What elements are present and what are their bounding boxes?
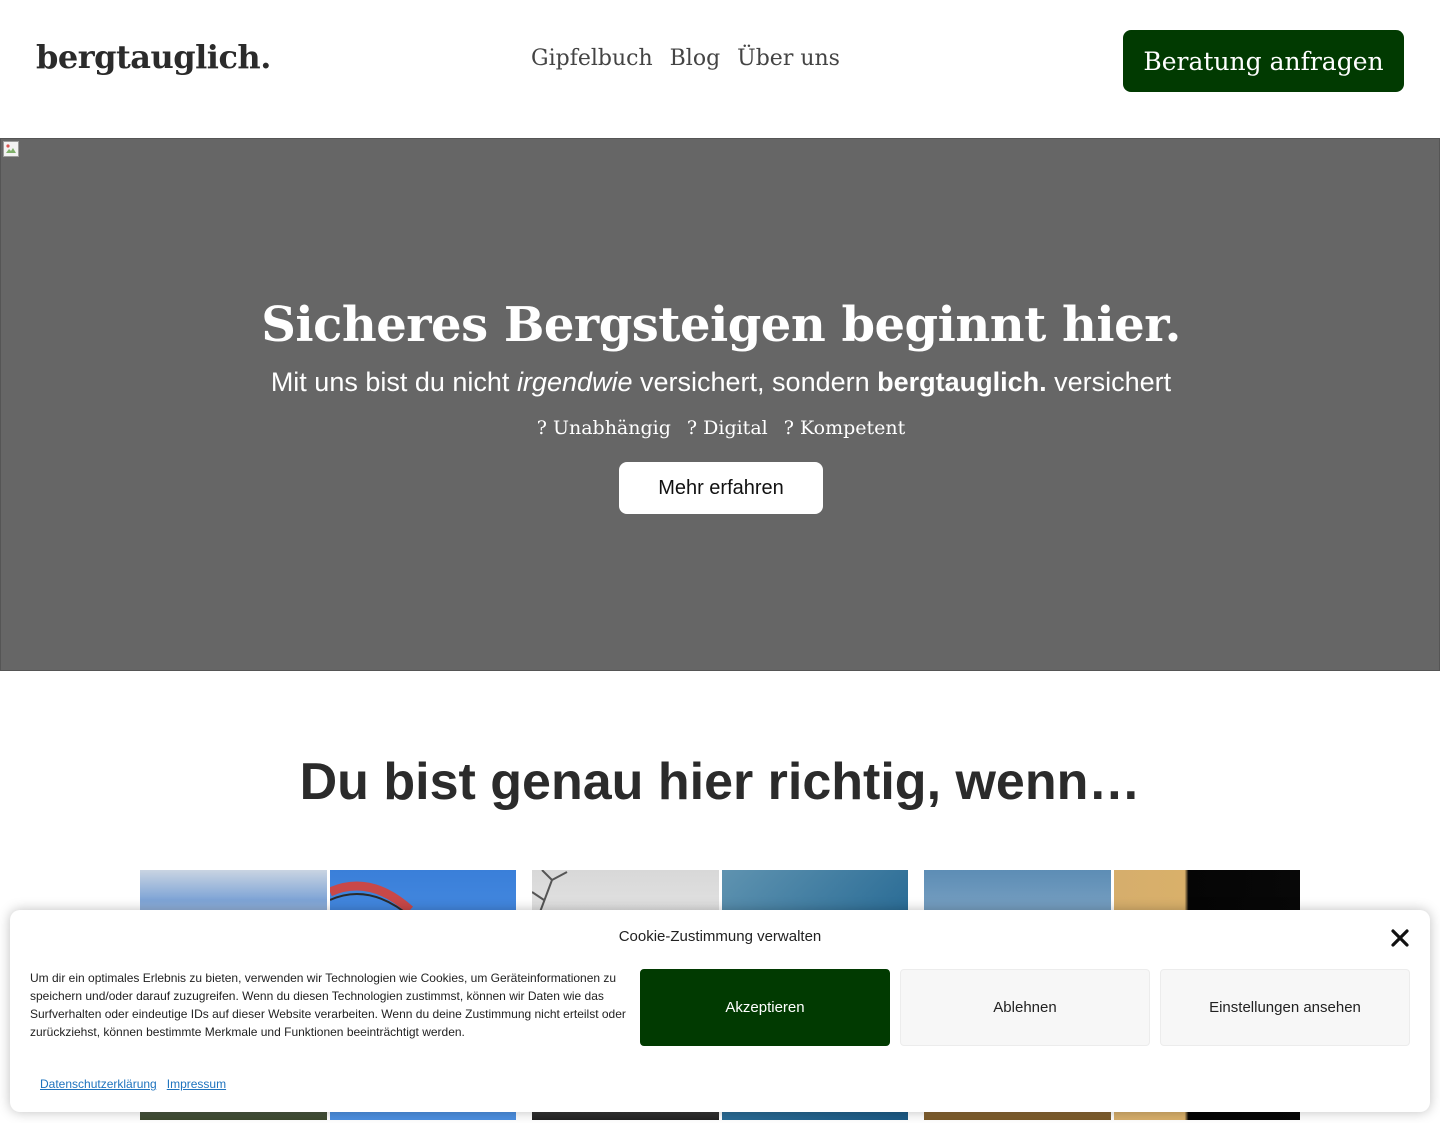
privacy-policy-link[interactable]: Datenschutzerklärung: [40, 1077, 157, 1091]
hero-subtitle-emphasis: irgendwie: [516, 367, 633, 397]
feature-kompetent: ? Kompetent: [783, 417, 906, 439]
feature-unabhaengig: ? Unabhängig: [536, 417, 671, 439]
hero-subtitle-mid: versichert, sondern: [632, 367, 878, 397]
settings-button[interactable]: Einstellungen ansehen: [1160, 969, 1410, 1046]
hero-subtitle-pre: Mit uns bist du nicht: [270, 367, 517, 397]
section-title: Du bist genau hier richtig, wenn…: [299, 753, 1141, 811]
hero-title: Sicheres Bergsteigen beginnt hier.: [261, 297, 1181, 353]
site-logo[interactable]: bergtauglich.: [36, 38, 271, 76]
nav-item-blog[interactable]: Blog: [670, 46, 721, 71]
hero-features: ? Unabhängig ? Digital ? Kompetent: [1, 417, 1440, 439]
consultation-button[interactable]: Beratung anfragen: [1123, 30, 1404, 92]
hero-subtitle-post: versichert: [1046, 367, 1172, 397]
broken-image-icon: [3, 141, 19, 157]
main-nav: Gipfelbuch Blog Über uns: [531, 46, 840, 71]
hero-section: Sicheres Bergsteigen beginnt hier. Mit u…: [0, 138, 1440, 671]
imprint-link[interactable]: Impressum: [167, 1077, 226, 1091]
hero-subtitle-brand: bergtauglich.: [877, 367, 1047, 397]
deny-button[interactable]: Ablehnen: [900, 969, 1150, 1046]
nav-item-ueber-uns[interactable]: Über uns: [737, 46, 840, 71]
nav-item-gipfelbuch[interactable]: Gipfelbuch: [531, 46, 653, 71]
cookie-text: Um dir ein optimales Erlebnis zu bieten,…: [30, 971, 626, 1039]
cookie-consent-banner: Cookie-Zustimmung verwalten Um dir ein o…: [10, 910, 1430, 1112]
accept-button[interactable]: Akzeptieren: [640, 969, 890, 1046]
site-header: bergtauglich. Gipfelbuch Blog Über uns B…: [0, 0, 1440, 138]
feature-digital: ? Digital: [686, 417, 768, 439]
cookie-title: Cookie-Zustimmung verwalten: [618, 928, 822, 945]
close-icon[interactable]: [1390, 928, 1410, 948]
learn-more-button[interactable]: Mehr erfahren: [619, 462, 823, 514]
cookie-links: Datenschutzerklärung Impressum: [40, 1077, 226, 1091]
hero-subtitle: Mit uns bist du nicht irgendwie versiche…: [1, 367, 1440, 398]
